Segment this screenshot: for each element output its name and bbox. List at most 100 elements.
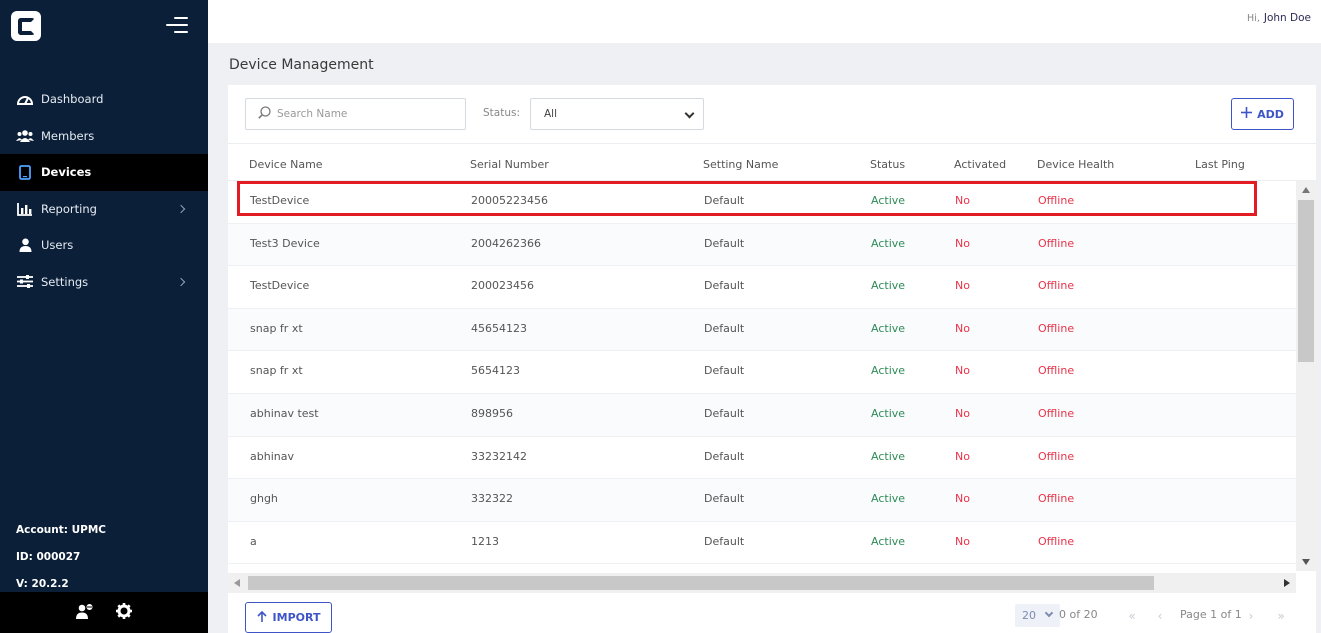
column-header-activated[interactable]: Activated: [954, 158, 1006, 171]
status-filter-label: Status:: [483, 107, 520, 119]
sidebar-item-dashboard[interactable]: Dashboard: [0, 81, 208, 118]
column-header-device-name[interactable]: Device Name: [249, 158, 323, 171]
cell-device-name: abhinav test: [250, 407, 319, 420]
import-button-label: IMPORT: [272, 611, 321, 624]
reporting-icon: [16, 201, 34, 217]
cell-status: Active: [871, 194, 906, 207]
sidebar-item-label: Reporting: [41, 201, 97, 216]
cell-device-name: TestDevice: [250, 279, 310, 293]
user-greeting[interactable]: Hi, John Doe: [1247, 12, 1311, 24]
table-row[interactable]: a 1213 Default Active No Offline: [228, 522, 1296, 565]
logo[interactable]: [11, 11, 41, 41]
scroll-right-icon[interactable]: [1284, 579, 1290, 587]
page-size-select[interactable]: 20: [1015, 604, 1060, 627]
column-header-device-health[interactable]: Device Health: [1037, 158, 1114, 171]
previous-page-icon[interactable]: ‹: [1149, 604, 1171, 627]
cell-device-name: abhinav: [250, 449, 294, 463]
column-header-serial-number[interactable]: Serial Number: [470, 158, 549, 171]
scroll-up-icon[interactable]: [1302, 187, 1310, 193]
cell-serial-number: 33232142: [471, 449, 527, 463]
vertical-scroll-thumb[interactable]: [1298, 200, 1314, 362]
first-page-icon[interactable]: «: [1121, 604, 1143, 627]
sidebar: Dashboard Members Devices Reporting User…: [0, 0, 208, 633]
status-filter-select[interactable]: All: [530, 98, 704, 130]
table-row[interactable]: snap fr xt 45654123 Default Active No Offline: [228, 308, 1296, 352]
cell-device-health: Offline: [1038, 449, 1075, 463]
cell-device-health: Offline: [1038, 492, 1075, 506]
account-name: Account: UPMC: [16, 524, 106, 536]
table-row[interactable]: ghgh 332322 Default Active No Offline: [228, 479, 1296, 522]
column-header-status[interactable]: Status: [870, 158, 905, 171]
search-icon: [258, 106, 271, 122]
cell-device-name: snap fr xt: [250, 364, 303, 378]
chevron-down-icon: [1044, 608, 1054, 618]
table-header: Device Name Serial Number Setting Name S…: [228, 143, 1316, 181]
vertical-scrollbar[interactable]: [1296, 181, 1316, 571]
table-row[interactable]: abhinav 33232142 Default Active No Offline: [228, 437, 1296, 480]
cell-serial-number: 45654123: [471, 321, 527, 335]
greeting-text: Hi,: [1247, 13, 1260, 24]
top-bar: Hi, John Doe: [208, 0, 1321, 43]
column-header-last-ping[interactable]: Last Ping: [1195, 158, 1245, 171]
cell-activated: No: [955, 236, 970, 250]
table-row[interactable]: TestDevice 20005223456 Default Active No Offl…: [228, 181, 1296, 224]
cell-status: Active: [871, 364, 906, 378]
cell-activated: No: [955, 364, 970, 378]
cell-device-health: Offline: [1038, 236, 1075, 250]
horizontal-scrollbar[interactable]: [228, 573, 1296, 593]
table-row[interactable]: abhinav test 898956 Default Active No Offline: [228, 394, 1296, 437]
sidebar-nav: Dashboard Members Devices Reporting User…: [0, 81, 208, 300]
cell-setting-name: Default: [704, 279, 745, 293]
cell-device-health: Offline: [1038, 534, 1075, 548]
table-row[interactable]: snap fr xt 5654123 Default Active No Offline: [228, 351, 1296, 394]
status-filter-value: All: [544, 108, 558, 120]
cell-serial-number: 20005223456: [471, 194, 548, 207]
chevron-right-icon: [176, 277, 186, 286]
user-support-icon[interactable]: [76, 603, 94, 622]
cell-activated: No: [955, 194, 970, 207]
cell-serial-number: 1213: [471, 534, 499, 548]
cell-setting-name: Default: [704, 236, 745, 250]
cell-setting-name: Default: [704, 364, 745, 378]
gear-icon[interactable]: [116, 603, 132, 622]
import-button[interactable]: IMPORT: [245, 602, 332, 633]
plus-icon: [1241, 107, 1253, 121]
table-row[interactable]: TestDevice 200023456 Default Active No Offlin…: [228, 266, 1296, 309]
sidebar-item-label: Users: [41, 238, 74, 253]
cell-status: Active: [871, 534, 906, 548]
cell-activated: No: [955, 279, 970, 293]
column-header-setting-name[interactable]: Setting Name: [703, 158, 778, 171]
sidebar-item-reporting[interactable]: Reporting: [0, 191, 208, 228]
horizontal-scroll-thumb[interactable]: [248, 576, 1154, 590]
cell-setting-name: Default: [704, 449, 745, 463]
cell-setting-name: Default: [704, 534, 745, 548]
last-page-icon[interactable]: »: [1270, 604, 1292, 627]
cell-setting-name: Default: [704, 321, 745, 335]
cell-device-health: Offline: [1038, 407, 1075, 420]
dashboard-icon: [16, 91, 34, 107]
sidebar-item-users[interactable]: Users: [0, 227, 208, 264]
account-id: ID: 000027: [16, 551, 81, 563]
next-page-icon[interactable]: ›: [1240, 604, 1262, 627]
record-range: 0 of 20: [1059, 608, 1098, 621]
table-row[interactable]: Test3 Device 2004262366 Default Active No Off…: [228, 223, 1296, 267]
cell-status: Active: [871, 492, 906, 506]
sidebar-item-label: Dashboard: [41, 92, 104, 107]
sidebar-item-members[interactable]: Members: [0, 118, 208, 155]
chevron-down-icon: [684, 108, 695, 119]
add-device-button[interactable]: ADD: [1231, 98, 1294, 130]
cell-status: Active: [871, 449, 906, 463]
sidebar-item-settings[interactable]: Settings: [0, 264, 208, 301]
menu-toggle-icon[interactable]: [164, 16, 188, 34]
scroll-down-icon[interactable]: [1302, 559, 1310, 565]
scroll-left-icon[interactable]: [234, 579, 240, 587]
search-box[interactable]: [245, 98, 466, 130]
search-input[interactable]: [277, 108, 457, 120]
sidebar-item-devices[interactable]: Devices: [0, 154, 208, 191]
cell-device-name: snap fr xt: [250, 321, 303, 335]
cell-activated: No: [955, 492, 970, 506]
cell-serial-number: 5654123: [471, 364, 520, 378]
cell-device-name: a: [250, 534, 257, 548]
sidebar-item-label: Members: [41, 128, 95, 143]
cell-device-name: ghgh: [250, 492, 278, 506]
